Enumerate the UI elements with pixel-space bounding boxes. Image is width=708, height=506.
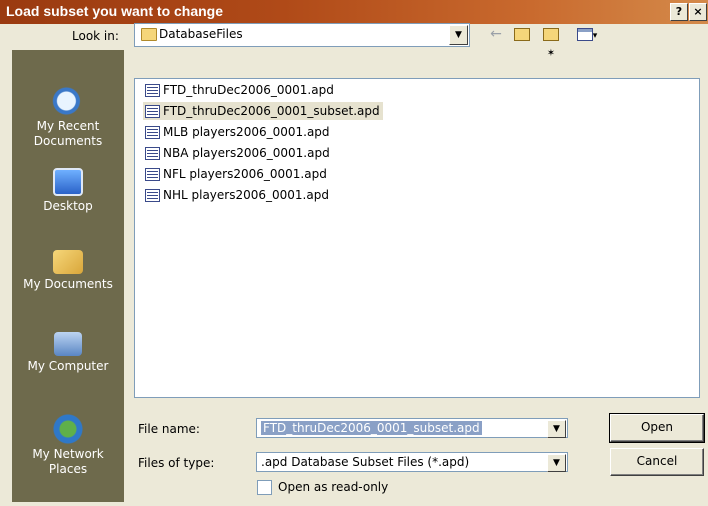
chevron-down-icon[interactable]: ▼: [547, 454, 566, 472]
place-my-recent-documents[interactable]: My Recent Documents: [12, 86, 124, 149]
list-item[interactable]: FTD_thruDec2006_0001_subset.apd: [143, 102, 383, 120]
file-name-label: File name:: [138, 422, 200, 436]
my-documents-icon: [53, 250, 83, 274]
new-folder-icon[interactable]: ✶: [540, 24, 562, 59]
file-icon: [145, 126, 160, 139]
open-button[interactable]: Open: [609, 413, 705, 443]
cancel-button[interactable]: Cancel: [610, 448, 704, 476]
up-folder-icon[interactable]: [512, 24, 532, 44]
help-button[interactable]: ?: [670, 3, 688, 21]
file-list[interactable]: FTD_thruDec2006_0001.apd FTD_thruDec2006…: [134, 78, 700, 398]
chevron-down-icon[interactable]: ▼: [547, 420, 566, 438]
look-in-dropdown[interactable]: DatabaseFiles ▼: [134, 23, 470, 47]
place-desktop[interactable]: Desktop: [12, 168, 124, 214]
file-name-input[interactable]: FTD_thruDec2006_0001_subset.apd ▼: [256, 418, 568, 438]
file-icon: [145, 84, 160, 97]
list-item[interactable]: NBA players2006_0001.apd: [143, 144, 333, 162]
file-icon: [145, 147, 160, 160]
desktop-icon: [53, 168, 83, 196]
place-my-network-places[interactable]: My Network Places: [12, 414, 124, 477]
file-type-label: Files of type:: [138, 456, 215, 470]
chevron-down-icon[interactable]: ▼: [449, 25, 468, 45]
read-only-checkbox[interactable]: [257, 480, 272, 495]
list-item[interactable]: MLB players2006_0001.apd: [143, 123, 333, 141]
list-item[interactable]: FTD_thruDec2006_0001.apd: [143, 81, 337, 99]
file-icon: [145, 189, 160, 202]
list-item[interactable]: NHL players2006_0001.apd: [143, 186, 332, 204]
file-type-select[interactable]: .apd Database Subset Files (*.apd) ▼: [256, 452, 568, 472]
view-menu-icon[interactable]: ▾: [570, 24, 604, 44]
places-bar: My Recent Documents Desktop My Documents…: [12, 50, 124, 502]
dialog-title: Load subset you want to change: [6, 3, 224, 19]
list-item[interactable]: NFL players2006_0001.apd: [143, 165, 330, 183]
look-in-label: Look in:: [72, 29, 119, 43]
look-in-value: DatabaseFiles: [159, 27, 243, 41]
read-only-label[interactable]: Open as read-only: [278, 480, 388, 494]
close-button[interactable]: ×: [689, 3, 707, 21]
title-bar[interactable]: Load subset you want to change ? ×: [0, 0, 708, 24]
file-type-value: .apd Database Subset Files (*.apd): [261, 455, 470, 469]
file-name-value: FTD_thruDec2006_0001_subset.apd: [261, 421, 482, 435]
folder-icon: [141, 28, 157, 41]
file-icon: [145, 105, 160, 118]
recent-documents-icon: [52, 86, 84, 116]
place-my-computer[interactable]: My Computer: [12, 332, 124, 374]
back-arrow-icon[interactable]: ←: [486, 24, 506, 44]
my-computer-icon: [54, 332, 82, 356]
network-places-icon: [52, 414, 84, 444]
file-icon: [145, 168, 160, 181]
open-file-dialog: Load subset you want to change ? × Look …: [0, 0, 708, 506]
place-my-documents[interactable]: My Documents: [12, 250, 124, 292]
